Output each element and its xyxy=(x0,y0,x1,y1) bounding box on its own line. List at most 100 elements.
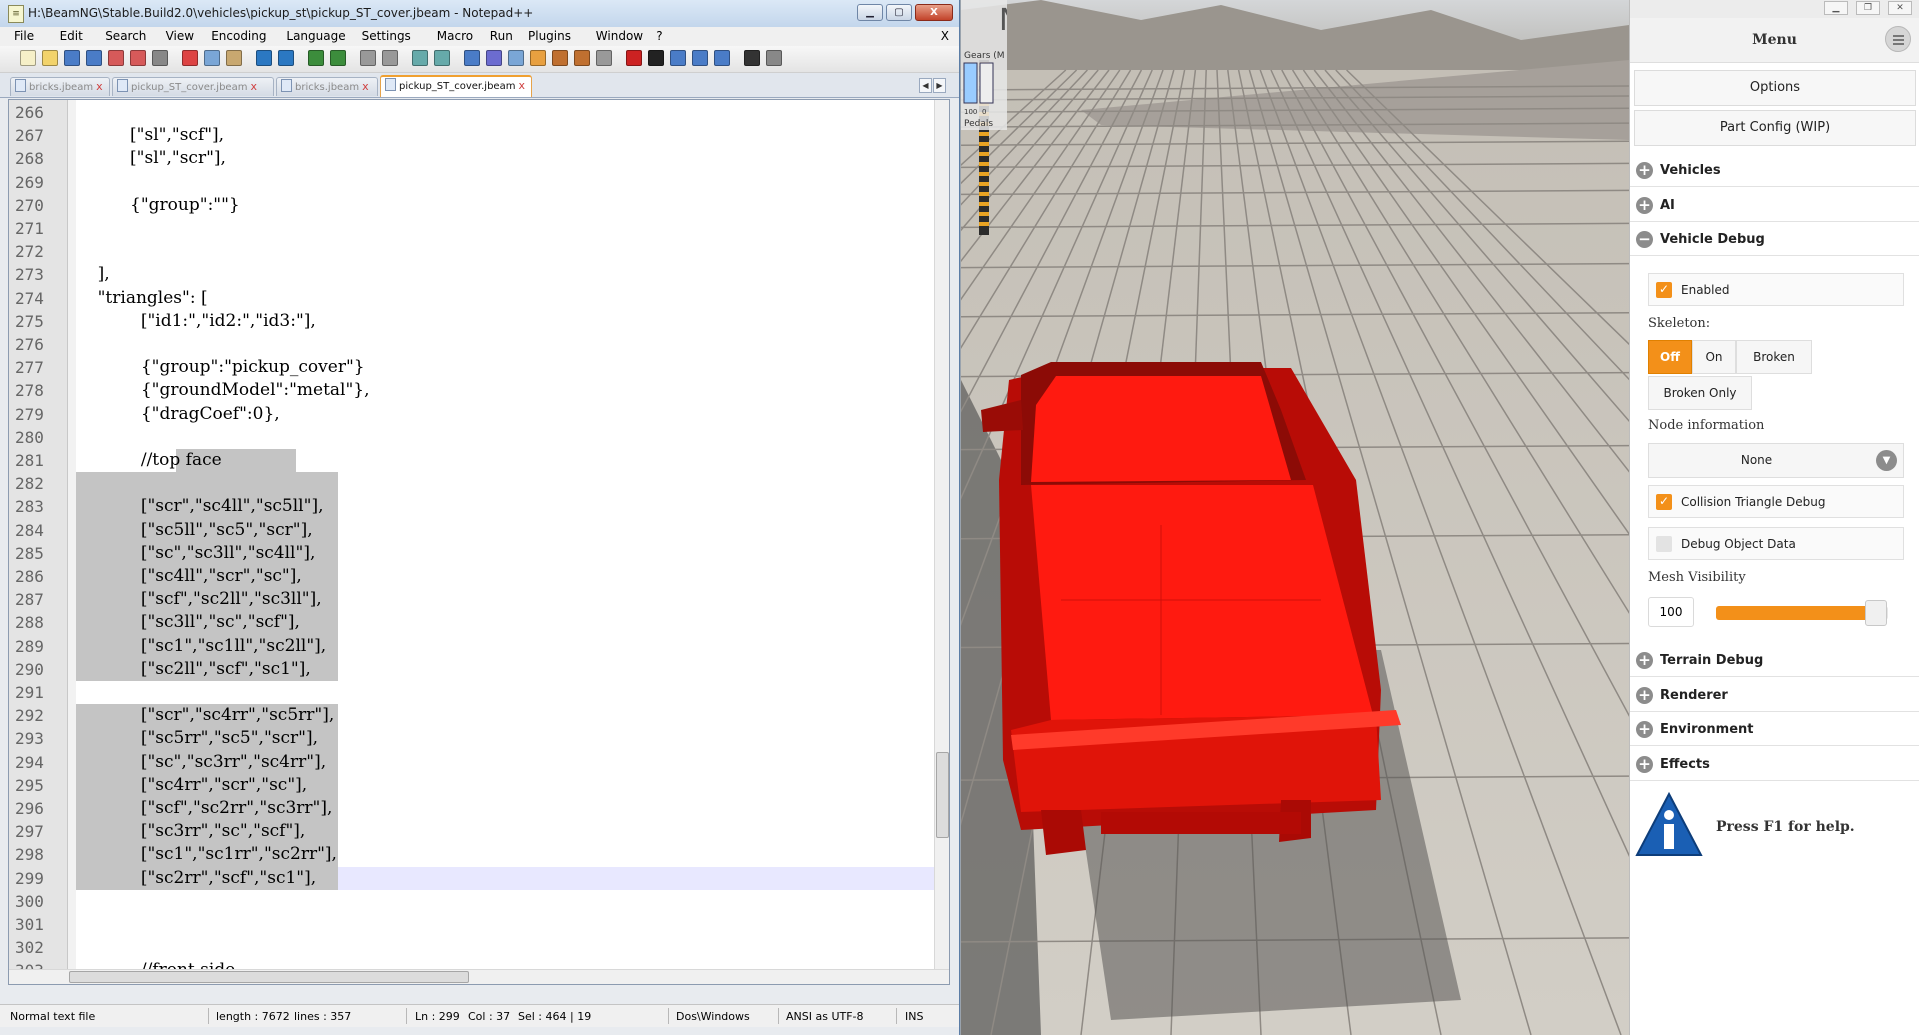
debug-object-data-checkbox[interactable] xyxy=(1656,536,1672,552)
find-icon[interactable] xyxy=(308,50,324,66)
tab-close-icon[interactable]: x xyxy=(362,78,369,96)
wrap-icon[interactable] xyxy=(464,50,480,66)
tab-close-icon[interactable]: x xyxy=(518,77,525,95)
section-renderer[interactable]: + Renderer xyxy=(1630,680,1919,712)
menu-language[interactable]: Language xyxy=(286,29,345,43)
vertical-scrollbar[interactable] xyxy=(934,100,949,984)
plus-icon[interactable]: + xyxy=(1636,721,1653,738)
menu-encoding[interactable]: Encoding xyxy=(211,29,266,43)
tab-prev-button[interactable]: ◀ xyxy=(919,78,932,93)
menu-window[interactable]: Window xyxy=(596,29,643,43)
cut-icon[interactable] xyxy=(182,50,198,66)
code-line[interactable]: 286 ["sc4ll","scr","sc"], xyxy=(15,565,936,588)
section-effects[interactable]: + Effects xyxy=(1630,749,1919,781)
folder-workspace-icon[interactable] xyxy=(596,50,612,66)
open-icon[interactable] xyxy=(42,50,58,66)
tab-bricks-jbeam[interactable]: bricks.jbeam x xyxy=(10,77,110,96)
tab-pickup-st-cover-jbeam[interactable]: pickup_ST_cover.jbeam x xyxy=(380,75,532,97)
code-line[interactable]: 288 ["sc3ll","sc","scf"], xyxy=(15,611,936,634)
menu-search[interactable]: Search xyxy=(105,29,146,43)
tab-pickup-st-cover-jbeam[interactable]: pickup_ST_cover.jbeam x xyxy=(112,77,274,96)
section-terrain-debug[interactable]: + Terrain Debug xyxy=(1630,645,1919,677)
collision-triangle-checkbox[interactable]: ✓ xyxy=(1656,494,1672,510)
menu-edit[interactable]: Edit xyxy=(60,29,83,43)
enabled-checkbox[interactable]: ✓ xyxy=(1656,282,1672,298)
sync-v-icon[interactable] xyxy=(412,50,428,66)
code-line[interactable]: 287 ["scf","sc2ll","sc3ll"], xyxy=(15,588,936,611)
sync-h-icon[interactable] xyxy=(434,50,450,66)
stop-macro-icon[interactable] xyxy=(648,50,664,66)
code-line[interactable]: 284 ["sc5ll","sc5","scr"], xyxy=(15,519,936,542)
skeleton-off-button[interactable]: Off xyxy=(1648,340,1692,374)
mesh-visibility-slider[interactable] xyxy=(1716,600,1888,626)
replace-icon[interactable] xyxy=(330,50,346,66)
save-icon[interactable] xyxy=(64,50,80,66)
code-line[interactable]: 285 ["sc","sc3ll","sc4ll"], xyxy=(15,542,936,565)
menu-help[interactable]: ? xyxy=(656,29,662,43)
code-line[interactable]: 298 ["sc1","sc1rr","sc2rr"], xyxy=(15,843,936,866)
code-line[interactable]: 282 xyxy=(15,472,936,495)
code-line[interactable]: 278 {"groundModel":"metal"}, xyxy=(15,379,936,402)
close-document-button[interactable]: X xyxy=(941,29,949,43)
part-config-button[interactable]: Part Config (WIP) xyxy=(1634,110,1916,146)
new-file-icon[interactable] xyxy=(20,50,36,66)
zoom-in-icon[interactable] xyxy=(360,50,376,66)
options-button[interactable]: Options xyxy=(1634,70,1916,106)
close-button[interactable]: X xyxy=(915,4,953,21)
fold-margin[interactable] xyxy=(68,100,76,984)
code-line[interactable]: 280 xyxy=(15,426,936,449)
skeleton-on-button[interactable]: On xyxy=(1692,340,1736,374)
code-line[interactable]: 271 xyxy=(15,217,936,240)
debug-object-data-row[interactable]: Debug Object Data xyxy=(1648,527,1904,560)
mesh-visibility-thumb[interactable] xyxy=(1864,600,1887,626)
plus-icon[interactable]: + xyxy=(1636,652,1653,669)
enabled-checkbox-row[interactable]: ✓ Enabled xyxy=(1648,273,1904,306)
spellcheck-icon[interactable] xyxy=(744,50,760,66)
print-icon[interactable] xyxy=(152,50,168,66)
paste-icon[interactable] xyxy=(226,50,242,66)
code-line[interactable]: 297 ["sc3rr","sc","scf"], xyxy=(15,820,936,843)
tab-close-icon[interactable]: x xyxy=(96,78,103,96)
save-macro-icon[interactable] xyxy=(714,50,730,66)
code-line[interactable]: 292 ["scr","sc4rr","sc5rr"], xyxy=(15,704,936,727)
chevron-down-icon[interactable]: ▼ xyxy=(1876,450,1897,471)
menu-view[interactable]: View xyxy=(166,29,194,43)
udl-icon[interactable] xyxy=(530,50,546,66)
code-editor[interactable]: 266 267 ["sl","scf"], 268 ["sl","scr"], 269… xyxy=(8,99,950,985)
save-all-icon[interactable] xyxy=(86,50,102,66)
code-line[interactable]: 291 xyxy=(15,681,936,704)
play-macro-icon[interactable] xyxy=(670,50,686,66)
code-line[interactable]: 268 ["sl","scr"], xyxy=(15,147,936,170)
minimize-button[interactable]: ▁ xyxy=(857,4,883,21)
run-macro-multiple-icon[interactable] xyxy=(692,50,708,66)
menu-file[interactable]: File xyxy=(14,29,34,43)
horizontal-scroll-thumb[interactable] xyxy=(69,971,469,983)
section-vehicle-debug[interactable]: − Vehicle Debug xyxy=(1630,224,1919,256)
minus-icon[interactable]: − xyxy=(1636,231,1653,248)
game-viewport[interactable]: N Gears (M 100 0 Pedals xyxy=(961,0,1629,1035)
code-line[interactable]: 269 xyxy=(15,171,936,194)
code-line[interactable]: 279 {"dragCoef":0}, xyxy=(15,403,936,426)
code-line[interactable]: 270 {"group":""} xyxy=(15,194,936,217)
collision-triangle-row[interactable]: ✓ Collision Triangle Debug xyxy=(1648,485,1904,518)
plus-icon[interactable]: + xyxy=(1636,162,1653,179)
node-information-select[interactable]: None ▼ xyxy=(1648,443,1904,478)
code-line[interactable]: 277 {"group":"pickup_cover"} xyxy=(15,356,936,379)
tab-next-button[interactable]: ▶ xyxy=(933,78,946,93)
code-line[interactable]: 267 ["sl","scf"], xyxy=(15,124,936,147)
code-line[interactable]: 296 ["scf","sc2rr","sc3rr"], xyxy=(15,797,936,820)
section-environment[interactable]: + Environment xyxy=(1630,714,1919,746)
close-all-icon[interactable] xyxy=(130,50,146,66)
tab-bricks-jbeam[interactable]: bricks.jbeam x xyxy=(276,77,378,96)
code-line[interactable]: 274 "triangles": [ xyxy=(15,287,936,310)
zoom-out-icon[interactable] xyxy=(382,50,398,66)
menu-settings[interactable]: Settings xyxy=(362,29,411,43)
section-vehicles[interactable]: + Vehicles xyxy=(1630,155,1919,187)
hamburger-menu-icon[interactable] xyxy=(1885,26,1911,52)
code-area[interactable]: 266 267 ["sl","scf"], 268 ["sl","scr"], 269… xyxy=(15,100,936,984)
undo-icon[interactable] xyxy=(256,50,272,66)
copy-icon[interactable] xyxy=(204,50,220,66)
code-line[interactable]: 283 ["scr","sc4ll","sc5ll"], xyxy=(15,495,936,518)
redo-icon[interactable] xyxy=(278,50,294,66)
code-line[interactable]: 276 xyxy=(15,333,936,356)
